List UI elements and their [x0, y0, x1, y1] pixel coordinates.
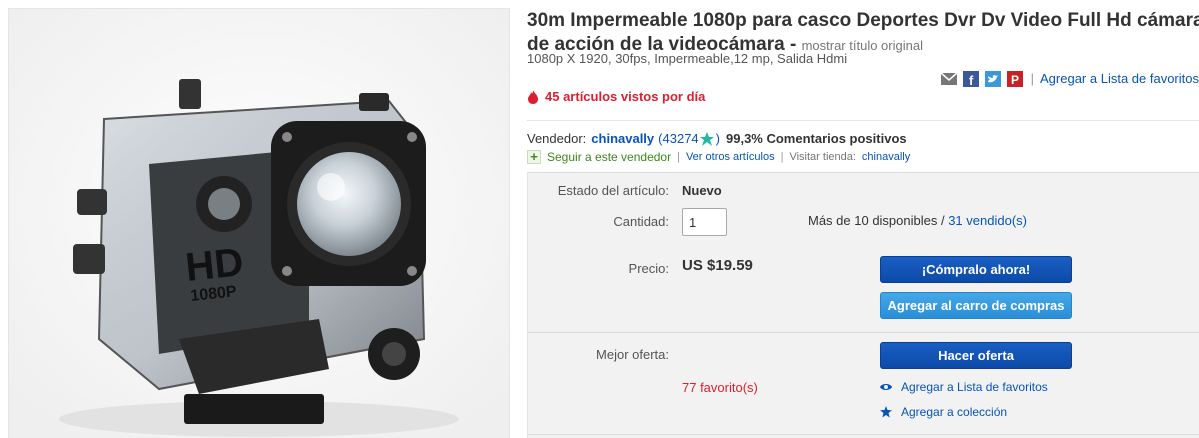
svg-text:f: f — [969, 73, 974, 87]
store-link[interactable]: chinavally — [862, 151, 910, 163]
available-text: Más de 10 disponibles — [808, 213, 938, 228]
seller-action-separator: | — [677, 151, 680, 163]
share-separator: | — [1030, 71, 1035, 86]
favorites-count: 77 favorito(s) — [682, 380, 758, 395]
price-value: US $19.59 — [682, 257, 753, 274]
seller-label: Vendedor: — [527, 131, 587, 146]
listing-subtitle: 1080p X 1920, 30fps, Impermeable,12 mp, … — [527, 51, 848, 66]
follow-plus-icon[interactable]: + — [527, 150, 541, 164]
quantity-label: Cantidad: — [613, 214, 669, 229]
follow-seller-link[interactable]: Seguir a este vendedor — [547, 150, 671, 164]
facebook-icon[interactable]: f — [962, 70, 979, 87]
available-separator: / — [937, 213, 949, 228]
feedback-star-icon — [699, 131, 714, 146]
star-icon — [880, 406, 892, 418]
buy-now-button[interactable]: ¡Cómpralo ahora! — [880, 256, 1072, 283]
views-indicator: 45 artículos vistos por día — [527, 89, 705, 104]
seller-score-close: ) — [715, 131, 720, 146]
quantity-input[interactable] — [682, 208, 727, 236]
add-collection-label: Agregar a colección — [901, 405, 1008, 419]
fire-icon — [528, 89, 538, 104]
pinterest-icon[interactable]: P — [1006, 70, 1023, 87]
camera-hd-label: HD — [183, 240, 245, 290]
seller-positive-feedback: 99,3% Comentarios positivos — [726, 131, 907, 146]
buybox-bottom-divider — [528, 434, 1199, 435]
buybox-divider — [528, 332, 1199, 333]
seller-info: Vendedor: chinavally ( 43274 ) 99,3% Com… — [527, 131, 907, 146]
product-image: HD 1080P — [9, 9, 509, 438]
product-image-panel[interactable]: HD 1080P — [8, 8, 510, 438]
add-watchlist-link[interactable]: Agregar a Lista de favoritos — [880, 380, 1048, 394]
eye-icon — [880, 384, 892, 390]
seller-feedback-score[interactable]: 43274 — [663, 131, 699, 146]
store-label: Visitar tienda: — [789, 151, 856, 163]
seller-actions: + Seguir a este vendedor | Ver otros art… — [527, 150, 910, 164]
listing-info: 30m Impermeable 1080p para casco Deporte… — [527, 0, 1199, 438]
availability: Más de 10 disponibles / 31 vendido(s) — [808, 213, 1027, 228]
purchase-box: Estado del artículo: Nuevo Cantidad: Más… — [527, 172, 1199, 438]
condition-label: Estado del artículo: — [557, 183, 669, 198]
add-watchlist-label: Agregar a Lista de favoritos — [901, 380, 1048, 394]
share-row: f P | Agregar a Lista de favoritos — [940, 70, 1199, 87]
email-icon[interactable] — [940, 71, 957, 87]
condition-value: Nuevo — [682, 183, 722, 198]
sold-count-link[interactable]: 31 vendido(s) — [948, 213, 1027, 228]
add-to-cart-button[interactable]: Agregar al carro de compras — [880, 292, 1072, 319]
other-items-link[interactable]: Ver otros artículos — [686, 151, 775, 163]
twitter-icon[interactable] — [984, 70, 1001, 87]
add-collection-link[interactable]: Agregar a colección — [880, 405, 1007, 419]
seller-action-separator: | — [780, 151, 784, 163]
best-offer-label: Mejor oferta: — [596, 347, 669, 362]
make-offer-button[interactable]: Hacer oferta — [880, 342, 1072, 369]
svg-text:P: P — [1011, 73, 1019, 87]
seller-name-link[interactable]: chinavally — [591, 131, 654, 146]
section-divider — [527, 120, 1199, 121]
views-text: 45 artículos vistos por día — [545, 89, 706, 104]
price-label: Precio: — [628, 261, 669, 276]
watchlist-top-link[interactable]: Agregar a Lista de favoritos — [1040, 71, 1199, 86]
